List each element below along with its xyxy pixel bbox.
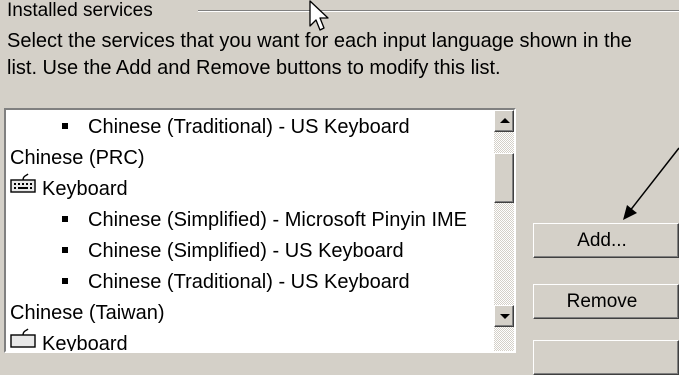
list-content: Chinese (Traditional) - US Keyboard Chin… <box>6 110 496 351</box>
instructions-line-1: Select the services that you want for ea… <box>7 30 632 52</box>
instructions-text: Select the services that you want for ea… <box>7 28 679 82</box>
remove-button[interactable]: Remove <box>533 284 679 319</box>
list-item-label: Chinese (Taiwan) <box>10 302 165 324</box>
add-button[interactable]: Add... <box>533 223 679 258</box>
list-item-label: Chinese (PRC) <box>10 147 145 169</box>
groupbox-border <box>198 10 679 11</box>
keyboard-icon <box>10 172 36 203</box>
scroll-down-button[interactable] <box>494 305 514 327</box>
instructions-line-2: list. Use the Add and Remove buttons to … <box>7 57 501 79</box>
list-item[interactable]: Chinese (Traditional) - US Keyboard <box>62 267 410 298</box>
list-item[interactable]: Chinese (Simplified) - US Keyboard <box>62 236 404 267</box>
list-item[interactable]: Keyboard <box>10 172 128 205</box>
list-item[interactable]: Keyboard <box>10 327 128 351</box>
arrow-down-icon <box>500 314 510 319</box>
installed-services-list[interactable]: Chinese (Traditional) - US Keyboard Chin… <box>4 108 516 353</box>
list-item-label: Chinese (Traditional) - US Keyboard <box>88 116 410 138</box>
list-item[interactable]: Chinese (Traditional) - US Keyboard <box>62 112 410 143</box>
list-item-label: Chinese (Simplified) - Microsoft Pinyin … <box>88 209 467 231</box>
arrow-up-icon <box>500 118 510 123</box>
list-item[interactable]: Chinese (PRC) <box>10 143 144 174</box>
properties-button[interactable] <box>533 340 679 375</box>
vertical-scrollbar[interactable] <box>494 110 514 351</box>
keyboard-icon <box>10 327 36 351</box>
scroll-thumb[interactable] <box>494 153 514 203</box>
scroll-up-button[interactable] <box>494 110 514 132</box>
list-item-label: Chinese (Simplified) - US Keyboard <box>88 240 404 262</box>
bullet-icon <box>62 246 68 253</box>
bullet-icon <box>62 277 68 284</box>
list-item-label: Keyboard <box>42 333 128 351</box>
list-item-label: Chinese (Traditional) - US Keyboard <box>88 271 410 293</box>
groupbox-title: Installed services <box>7 0 159 22</box>
list-item[interactable]: Chinese (Taiwan) <box>10 298 165 329</box>
bullet-icon <box>62 122 68 129</box>
bullet-icon <box>62 215 68 222</box>
mouse-cursor-icon <box>309 0 329 31</box>
list-item[interactable]: Chinese (Simplified) - Microsoft Pinyin … <box>62 205 467 236</box>
list-item-label: Keyboard <box>42 178 128 200</box>
